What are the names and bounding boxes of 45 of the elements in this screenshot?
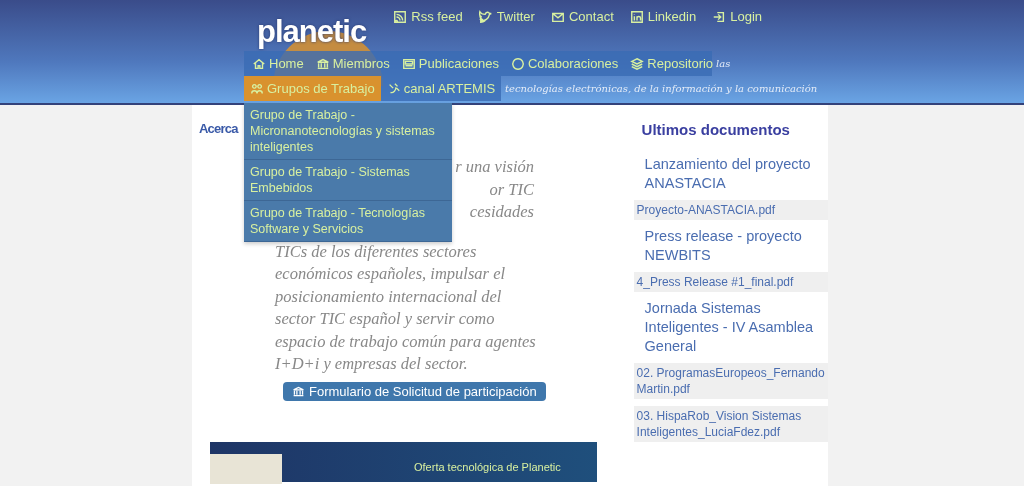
paragraph-line: económicos españoles, impulsar el <box>275 263 506 285</box>
nav-item[interactable]: Colaboraciones <box>503 51 623 76</box>
banner-text: Oferta tecnológica de Planetic <box>414 460 561 473</box>
paragraph-line: posicionamiento internacional del <box>275 285 502 308</box>
file-link[interactable]: 02. ProgramasEuropeos_Fernando Martin.pdf <box>633 363 828 399</box>
paragraph-line: TICs de los diferentes sectores <box>275 240 477 263</box>
home-icon <box>252 56 266 71</box>
paragraph-fragment: cesidades <box>469 201 534 223</box>
layers-icon <box>630 56 645 71</box>
file-link[interactable]: Proyecto-ANASTACIA.pdf <box>633 200 828 220</box>
document-link[interactable]: Jornada Sistemas Inteligentes - IV Asamblea General <box>633 299 828 356</box>
paragraph-line: sector TIC español y servir como <box>275 308 495 330</box>
runners-image-placeholder <box>210 453 282 484</box>
offer-banner[interactable]: Oferta tecnológica de Planetic <box>210 441 597 482</box>
file-link[interactable]: 03. HispaRob_Vision Sistemas Inteligentes_LuciaFdez.pdf <box>633 406 828 442</box>
form-button[interactable]: Formulario de Solicitud de participación <box>283 381 546 401</box>
bank-icon <box>315 56 330 71</box>
nav-item[interactable]: Miembros <box>307 51 394 76</box>
file-link[interactable]: 4_Press Release #1_final.pdf <box>633 272 828 292</box>
tagline-text: tecnologías electrónicas, de la información y la comunicación <box>505 83 818 94</box>
nav-item[interactable]: Publicaciones <box>393 51 503 76</box>
top-link[interactable]: Contact <box>550 9 614 24</box>
top-link[interactable]: Linkedin <box>629 9 697 24</box>
section-heading: Ultimos documentos <box>641 121 791 138</box>
bank-icon <box>292 384 305 398</box>
top-link[interactable]: Twitter <box>478 9 535 24</box>
section-heading: Acerca <box>199 121 238 136</box>
paragraph-line: I+D+i y empresas del sector. <box>275 353 468 375</box>
paragraph-line: espacio de trabajo común para agentes <box>275 330 536 353</box>
twitter-icon <box>478 9 493 24</box>
nav-item[interactable]: canal ARTEMIS <box>380 76 502 101</box>
document-link[interactable]: Press release - proyecto NEWBITS <box>633 227 828 265</box>
top-link[interactable]: Rss feed <box>393 9 463 24</box>
logo-text[interactable]: planetic <box>257 14 367 50</box>
paragraph-fragment: or TIC <box>489 178 534 201</box>
document-link[interactable]: Lanzamiento del proyecto ANASTACIA <box>633 155 828 193</box>
top-link[interactable]: Login <box>712 9 762 24</box>
people-icon <box>250 81 264 96</box>
linkedin-icon <box>629 9 644 24</box>
rss-icon <box>393 9 408 24</box>
nav-item[interactable]: Home <box>244 51 308 76</box>
login-icon <box>712 9 727 24</box>
news-icon <box>401 56 416 71</box>
tagline-text: las <box>716 58 731 69</box>
paragraph-fragment: r una visión <box>455 156 534 178</box>
